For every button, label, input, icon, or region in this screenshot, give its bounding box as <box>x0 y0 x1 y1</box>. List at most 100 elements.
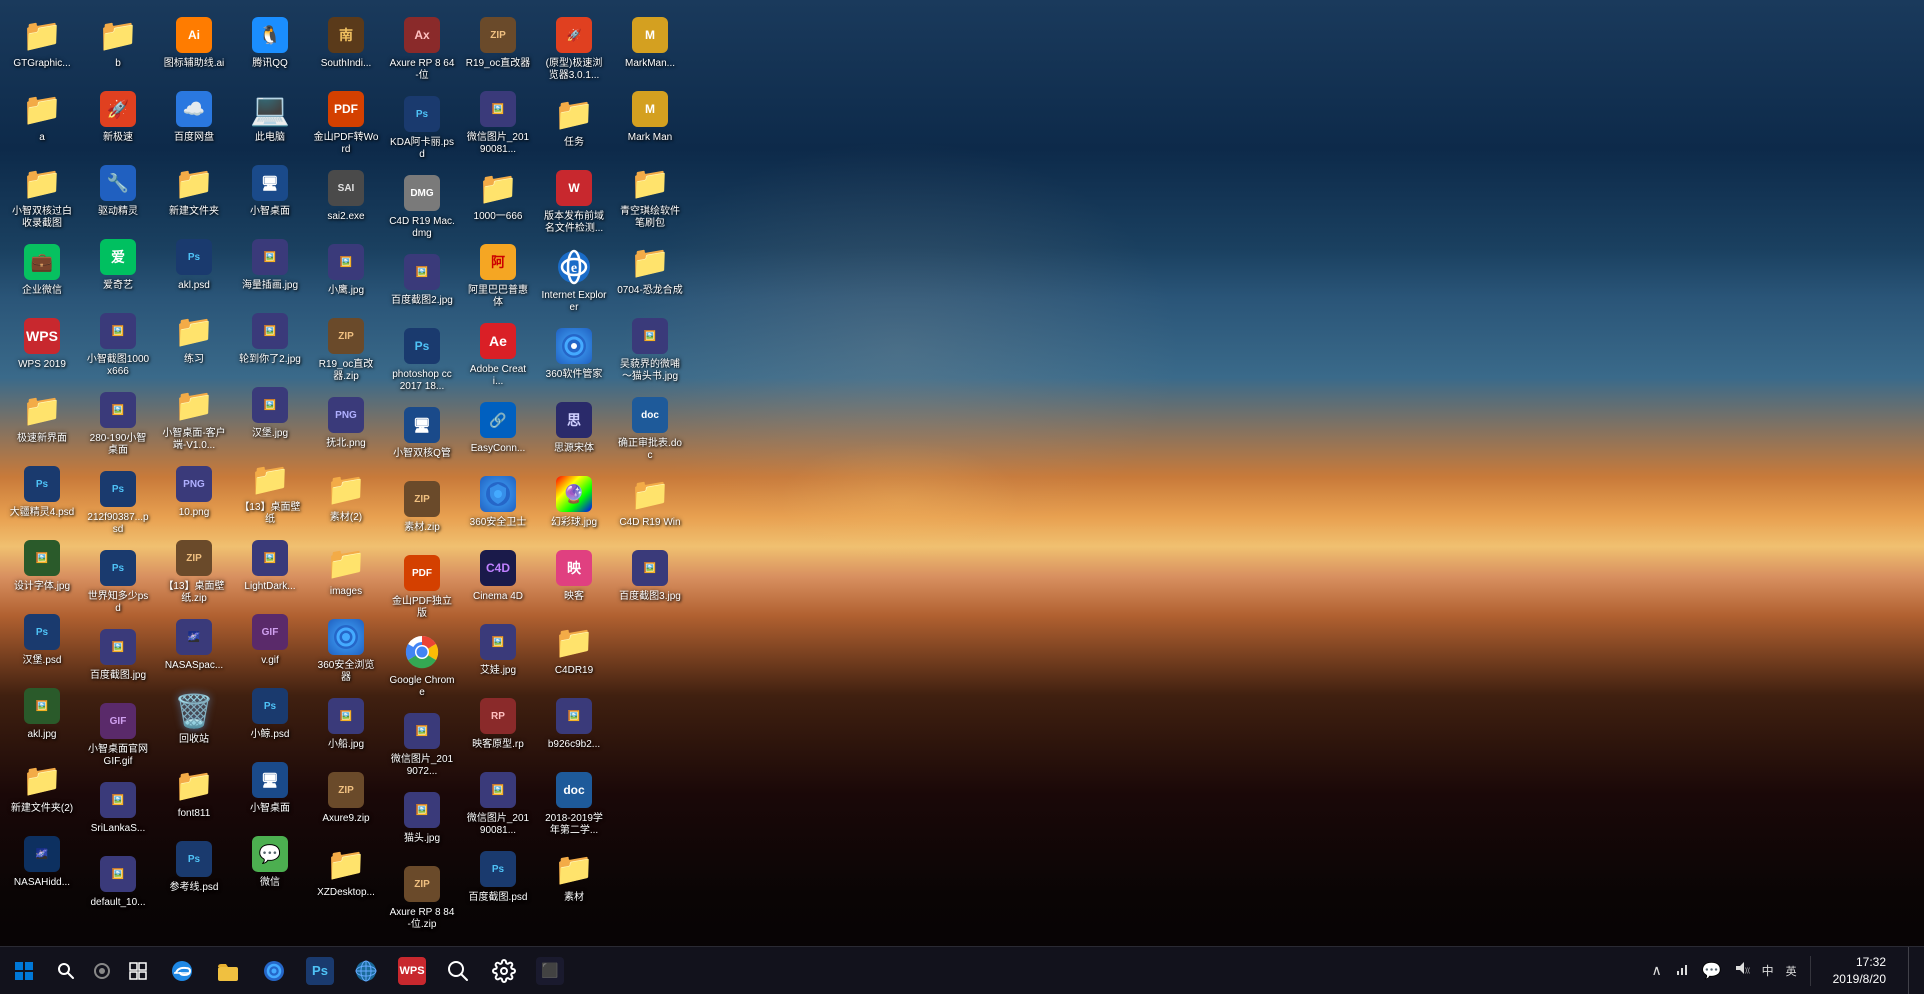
tray-input-eng[interactable]: 英 <box>1783 963 1800 979</box>
icon-wechat-img-2019c[interactable]: 🖼️ 微信图片_20190081... <box>462 766 534 841</box>
icon-xiaozhi-1000[interactable]: 🖼️ 小智截图1000x666 <box>82 307 154 382</box>
taskbar-edge[interactable] <box>160 949 204 993</box>
taskbar-explorer[interactable] <box>206 949 250 993</box>
icon-axure84-zip[interactable]: ZIP Axure RP 8 84-位.zip <box>386 860 458 935</box>
icon-lightdark[interactable]: 🖼️ LightDark... <box>234 534 306 604</box>
icon-version-check[interactable]: W 版本发布前域名文件检测... <box>538 164 610 239</box>
icon-cat-head[interactable]: 🖼️ 猫头.jpg <box>386 786 458 856</box>
icon-font811[interactable]: 📁 font811 <box>158 761 230 831</box>
icon-r19-zip[interactable]: ZIP R19_oc直改器.zip <box>310 312 382 387</box>
icon-13-wallpaper-folder[interactable]: 📁 【13】桌面壁纸 <box>234 455 306 530</box>
icon-akl-psd[interactable]: Ps akl.psd <box>158 233 230 303</box>
icon-jinshan-pdf2[interactable]: PDF 金山PDF独立版 <box>386 549 458 624</box>
icon-360-security[interactable]: 360安全卫士 <box>462 470 534 540</box>
icon-xzdesktop-folder[interactable]: 📁 XZDesktop... <box>310 840 382 910</box>
icon-cinema4d[interactable]: C4D Cinema 4D <box>462 544 534 614</box>
icon-baidu-pan[interactable]: ☁️ 百度网盘 <box>158 85 230 155</box>
icon-yingke[interactable]: 映 映客 <box>538 544 610 614</box>
icon-axure8-64[interactable]: Ax Axure RP 8 64-位 <box>386 11 458 86</box>
icon-my-computer[interactable]: 💻 此电脑 <box>234 85 306 155</box>
icon-b926-jpg[interactable]: 🖼️ b926c9b2... <box>538 692 610 762</box>
icon-adobe-creative[interactable]: Ae Adobe Creati... <box>462 317 534 392</box>
icon-a[interactable]: 📁 a <box>6 85 78 155</box>
icon-nasa-hidden[interactable]: 🌌 NASAHidd... <box>6 830 78 900</box>
icon-eagle-jpg[interactable]: 🖼️ 小鹰.jpg <box>310 238 382 308</box>
icon-new-folder3[interactable]: 📁 新建文件夹 <box>158 159 230 229</box>
icon-approval-doc[interactable]: doc 确正审批表.doc <box>614 391 686 466</box>
icon-photoshop-cc[interactable]: Ps photoshop cc 2017 18... <box>386 322 458 397</box>
icon-markman[interactable]: M MarkMan... <box>614 11 686 81</box>
icon-xiaozhi-gif[interactable]: GIF 小智桌面官网GIF.gif <box>82 697 154 772</box>
icon-default10[interactable]: 🖼️ default_10... <box>82 850 154 920</box>
icon-new-folder2[interactable]: 📁 新建文件夹(2) <box>6 756 78 826</box>
icon-13-wallpaper-zip[interactable]: ZIP 【13】桌面壁纸.zip <box>158 534 230 609</box>
icon-lundao-jpg[interactable]: 🖼️ 轮到你了2.jpg <box>234 307 306 377</box>
tray-volume[interactable]: )))) <box>1731 961 1753 980</box>
icon-360browser[interactable]: 360安全浏览器 <box>310 613 382 688</box>
icon-xinjisu[interactable]: 🚀 新极速 <box>82 85 154 155</box>
icon-280-190[interactable]: 🖼️ 280-190小智桌面 <box>82 386 154 461</box>
icon-images-folder[interactable]: 📁 images <box>310 539 382 609</box>
icon-guide-psd[interactable]: Ps 参考线.psd <box>158 835 230 905</box>
start-button[interactable] <box>0 947 48 995</box>
icon-wps2019[interactable]: WPS WPS 2019 <box>6 312 78 382</box>
icon-alibaba-font[interactable]: 阿 阿里巴巴普惠体 <box>462 238 534 313</box>
icon-south-india[interactable]: 南 SouthIndi... <box>310 11 382 81</box>
icon-jisu-ui[interactable]: 📁 极速新界面 <box>6 386 78 456</box>
taskbar-photoshop[interactable]: Ps <box>298 949 342 993</box>
icon-task[interactable]: 📁 任务 <box>538 90 610 160</box>
taskbar-globe[interactable] <box>344 949 388 993</box>
icon-srilanka[interactable]: 🖼️ SriLankaS... <box>82 776 154 846</box>
taskbar-settings[interactable] <box>482 949 526 993</box>
icon-driver[interactable]: 🔧 驱动精灵 <box>82 159 154 229</box>
icon-world-psd[interactable]: Ps 世界知多少psd <box>82 544 154 619</box>
icon-r19-direct[interactable]: ZIP R19_oc直改器 <box>462 11 534 81</box>
icon-hailiang-jpg[interactable]: 🖼️ 海量插画.jpg <box>234 233 306 303</box>
tray-expand[interactable]: ∧ <box>1648 962 1664 979</box>
icon-easyconnect[interactable]: 🔗 EasyConn... <box>462 396 534 466</box>
icon-material-zip[interactable]: ZIP 素材.zip <box>386 475 458 545</box>
icon-axure9-zip[interactable]: ZIP Axure9.zip <box>310 766 382 836</box>
icon-dji-psd[interactable]: Ps 大疆精灵4.psd <box>6 460 78 530</box>
icon-proto-jisu[interactable]: 🚀 (原型)极速浏览器3.0.1... <box>538 11 610 86</box>
icon-brush-pack[interactable]: 📁 青空琪绘软件笔刷包 <box>614 159 686 234</box>
icon-c4dr19-folder[interactable]: 📁 C4DR19 <box>538 618 610 688</box>
tray-input-lang[interactable]: 中 <box>1759 962 1777 979</box>
icon-b[interactable]: 📁 b <box>82 11 154 81</box>
icon-akl-jpg[interactable]: 🖼️ akl.jpg <box>6 682 78 752</box>
icon-sai2-exe[interactable]: SAI sai2.exe <box>310 164 382 234</box>
icon-baidu-screenshot3[interactable]: 🖼️ 百度截图3.jpg <box>614 544 686 614</box>
icon-source-han[interactable]: 思 思源宋体 <box>538 396 610 466</box>
system-clock[interactable]: 17:32 2019/8/20 <box>1821 954 1898 988</box>
icon-baidu-psd[interactable]: Ps 百度截图.psd <box>462 845 534 915</box>
icon-xiaozhi-q[interactable]: 🖥 小智双核Q管 <box>386 401 458 471</box>
icon-aiva-jpg[interactable]: 🖼️ 艾娃.jpg <box>462 618 534 688</box>
taskbar-wps[interactable]: WPS <box>390 949 434 993</box>
icon-baidu-screenshot[interactable]: 🖼️ 百度截图.jpg <box>82 623 154 693</box>
icon-wechat-img-2019[interactable]: 🖼️ 微信图片_2019072... <box>386 707 458 782</box>
icon-GTGraphic[interactable]: 📁 GTGraphic... <box>6 11 78 81</box>
icon-baidu-screenshot2[interactable]: 🖼️ 百度截图2.jpg <box>386 248 458 318</box>
icon-1000-666[interactable]: 📁 1000一666 <box>462 164 534 234</box>
task-view-button[interactable] <box>120 949 156 993</box>
icon-enterprise-wechat[interactable]: 💼 企业微信 <box>6 238 78 308</box>
icon-recycle-bin[interactable]: 🗑️ 回收站 <box>158 687 230 757</box>
icon-google-chrome[interactable]: Google Chrome <box>386 628 458 703</box>
tray-network[interactable] <box>1671 961 1693 980</box>
icon-mark-man2[interactable]: M Mark Man <box>614 85 686 155</box>
search-button[interactable] <box>48 953 84 989</box>
icon-xiaozhi-desktop5[interactable]: 🖥 小智桌面 <box>234 756 306 826</box>
icon-xiaozhi-desktop4[interactable]: 🖥 小智桌面 <box>234 159 306 229</box>
icon-kda-psd[interactable]: Ps KDA阿卡丽.psd <box>386 90 458 165</box>
icon-dinosaur[interactable]: 📁 0704-恐龙合成 <box>614 238 686 308</box>
icon-prototype-rp[interactable]: RP 映客原型.rp <box>462 692 534 762</box>
taskbar-search2[interactable] <box>436 949 480 993</box>
icon-cat-book-jpg[interactable]: 🖼️ 吴藐界的微哺～猫头书.jpg <box>614 312 686 387</box>
icon-jinshan-pdf[interactable]: PDF 金山PDF转Word <box>310 85 382 160</box>
icon-xiaozhi-client[interactable]: 📁 小智桌面-客户端-V1.0... <box>158 381 230 456</box>
icon-2018-doc[interactable]: doc 2018-2019学年第二学... <box>538 766 610 841</box>
show-desktop-button[interactable] <box>1908 947 1916 995</box>
icon-material2[interactable]: 📁 素材(2) <box>310 465 382 535</box>
icon-hamburger2-jpg[interactable]: 🖼️ 汉堡.jpg <box>234 381 306 451</box>
icon-xiaozhi-screenshot[interactable]: 📁 小智双核过白收录截图 <box>6 159 78 234</box>
